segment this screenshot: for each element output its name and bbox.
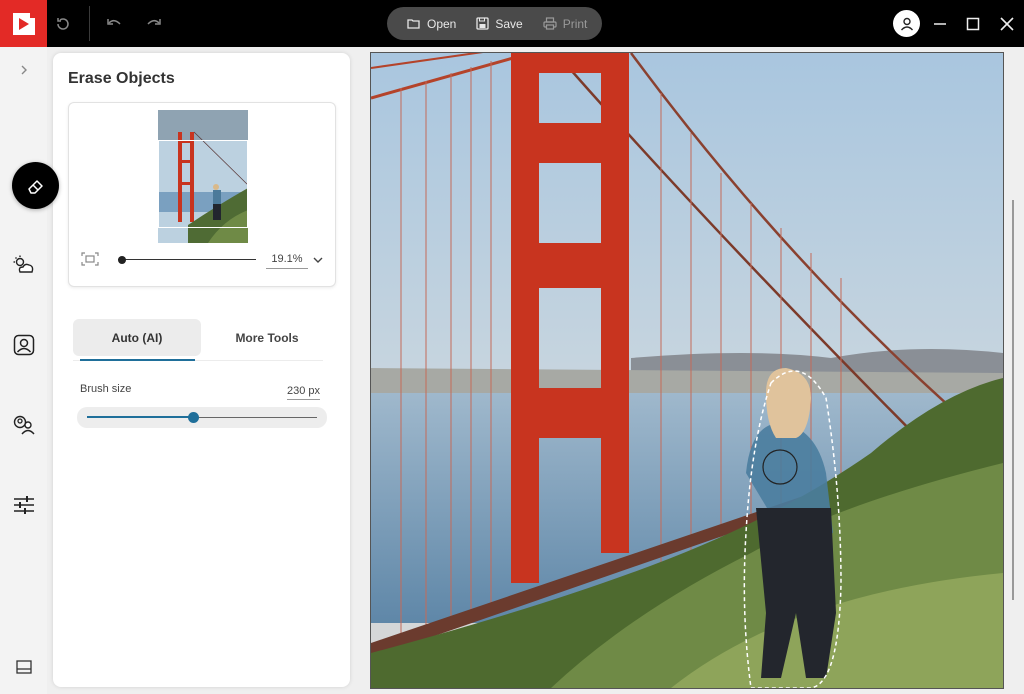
redo-icon[interactable]	[141, 11, 167, 37]
navigator-card: 19.1%	[68, 102, 336, 287]
tool-rail	[0, 47, 47, 694]
weather-icon[interactable]	[9, 250, 39, 280]
open-label: Open	[427, 16, 457, 31]
save-icon	[476, 17, 490, 30]
mode-tabs: Auto (AI) More Tools	[73, 319, 323, 361]
maximize-icon[interactable]	[960, 11, 986, 37]
person-swap-icon[interactable]	[9, 410, 39, 440]
brush-size-value[interactable]: 230 px	[287, 385, 321, 400]
erase-objects-panel: Erase Objects 19.1% Auto (AI) More Tools…	[53, 53, 350, 687]
save-button[interactable]: Save	[476, 16, 523, 31]
bridge-photo	[371, 53, 1003, 688]
account-icon[interactable]	[893, 10, 920, 37]
print-label: Print	[562, 16, 588, 31]
sliders-icon[interactable]	[9, 490, 39, 520]
folder-icon	[407, 18, 420, 29]
file-actions: Open Save Print	[387, 7, 602, 40]
brush-size-label: Brush size	[80, 383, 132, 395]
save-label: Save	[495, 16, 523, 31]
close-icon[interactable]	[994, 11, 1020, 37]
minimize-icon[interactable]	[927, 11, 953, 37]
toolbar-divider	[89, 6, 90, 41]
zoom-slider-track	[118, 259, 256, 260]
zoom-slider[interactable]	[114, 253, 258, 267]
eraser-icon[interactable]	[12, 162, 59, 209]
zoom-slider-thumb[interactable]	[117, 256, 126, 264]
canvas-scrollbar[interactable]	[1012, 200, 1014, 600]
print-button[interactable]: Print	[543, 16, 588, 31]
navigator-thumbnail[interactable]	[158, 110, 248, 243]
tab-more-tools[interactable]: More Tools	[203, 319, 331, 356]
expand-chevron-icon[interactable]	[9, 55, 39, 85]
play-logo-icon[interactable]	[0, 0, 47, 47]
active-tab-indicator	[80, 359, 195, 361]
brush-slider-thumb[interactable]	[187, 412, 199, 423]
portrait-icon[interactable]	[9, 330, 39, 360]
fit-to-screen-icon[interactable]	[81, 252, 99, 271]
history-icon[interactable]	[50, 11, 76, 37]
panel-bottom-icon[interactable]	[9, 652, 39, 682]
open-button[interactable]: Open	[407, 17, 456, 31]
image-canvas[interactable]	[371, 53, 1003, 688]
undo-icon[interactable]	[101, 11, 127, 37]
brush-slider-fill	[87, 416, 193, 418]
zoom-value[interactable]: 19.1%	[266, 253, 308, 269]
panel-title: Erase Objects	[68, 70, 175, 87]
tab-auto-ai[interactable]: Auto (AI)	[73, 319, 201, 356]
brush-size-slider[interactable]	[77, 407, 327, 428]
chevron-down-icon[interactable]	[312, 253, 324, 271]
title-bar: Open Save Print	[0, 0, 1024, 47]
printer-icon	[543, 17, 557, 30]
